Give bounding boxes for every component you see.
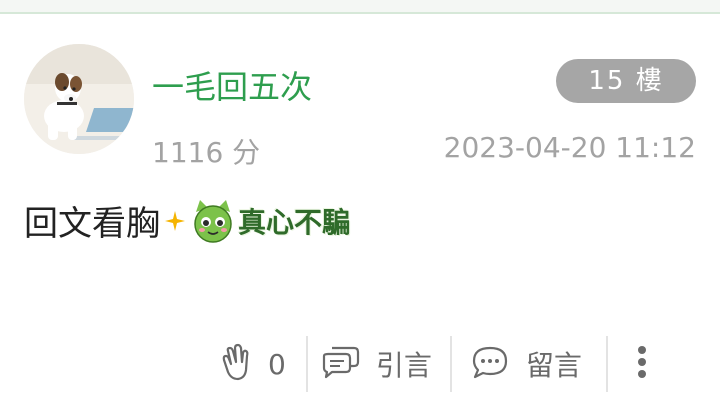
top-divider [0, 0, 720, 14]
more-vertical-icon [636, 344, 648, 384]
quote-button[interactable]: 引言 [308, 336, 450, 392]
post-content: 回文看胸 真心不騙 [24, 196, 350, 245]
clap-icon [218, 342, 254, 386]
more-options-button[interactable] [608, 336, 648, 392]
quote-label: 引言 [375, 349, 432, 382]
green-cat-sticker: 真心不騙 [190, 197, 350, 245]
sparkle-icon [164, 201, 186, 241]
floor-badge: 15 樓 [556, 59, 696, 103]
post-timestamp: 2023-04-20 11:12 [443, 131, 696, 164]
post-text: 回文看胸 [24, 204, 160, 244]
post-actions: 0 引言 留言 [210, 336, 648, 392]
reply-label: 留言 [525, 349, 582, 382]
reply-bubble-icon [470, 344, 510, 384]
sticker-caption: 真心不騙 [238, 205, 351, 239]
clap-count: 0 [268, 347, 286, 381]
user-score: 1116 分 [152, 136, 261, 169]
reply-button[interactable]: 留言 [452, 336, 606, 392]
avatar[interactable] [24, 44, 134, 154]
username[interactable]: 一毛回五次 [152, 62, 312, 108]
clap-button[interactable]: 0 [210, 336, 306, 392]
quote-bubble-icon [320, 344, 360, 384]
